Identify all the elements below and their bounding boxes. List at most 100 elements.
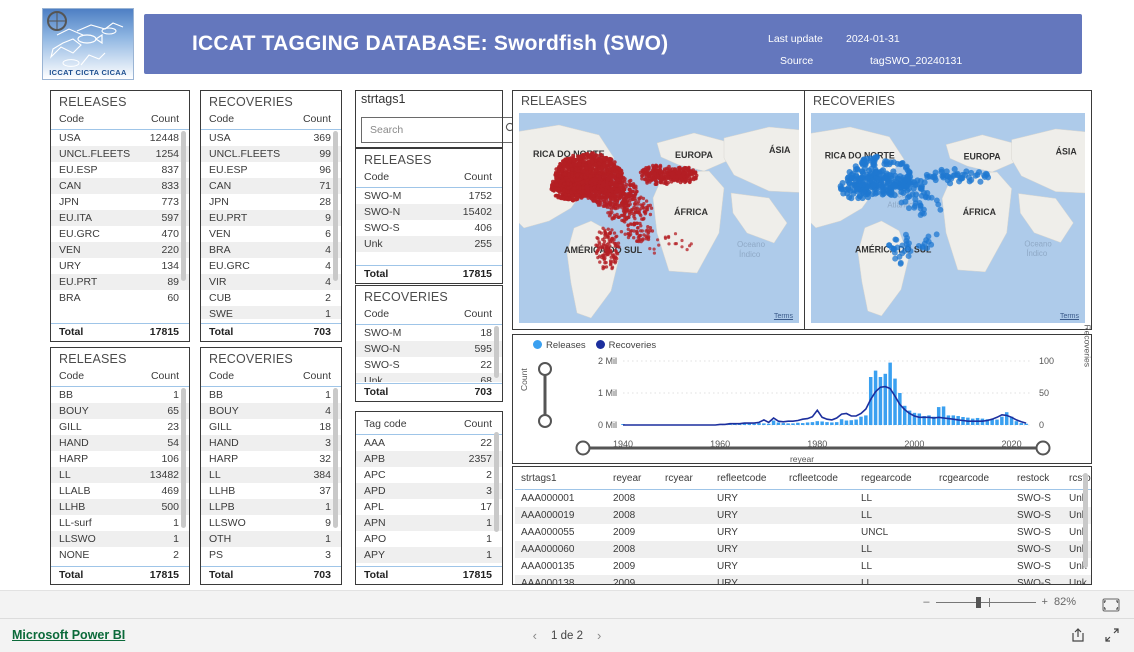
map-terms-link[interactable]: Terms — [1060, 313, 1079, 320]
strtags-slicer[interactable]: strtags1 — [355, 90, 547, 148]
table-row[interactable]: BB 1 — [51, 387, 189, 404]
detail-column-header[interactable]: reyear — [607, 469, 659, 490]
column-header-count[interactable]: Count — [139, 111, 189, 130]
table-row[interactable]: VEN 220 — [51, 242, 189, 258]
column-header-code[interactable]: Code — [356, 169, 433, 188]
chevron-right-icon[interactable]: › — [597, 628, 601, 643]
column-header-tagcode[interactable]: Tag code — [356, 416, 437, 435]
recoveries-fleet-grid[interactable]: Code Count USA 369 UNCL.FLEETS 99 EU.ESP 96 CA… — [201, 111, 341, 319]
recoveries-fleet-table[interactable]: RECOVERIES Code Count USA 369 UNCL.FLEETS 9… — [200, 90, 342, 342]
table-row[interactable]: JPN 28 — [201, 194, 341, 210]
table-row[interactable]: APY 1 — [356, 547, 502, 563]
table-row[interactable]: EU.GRC 4 — [201, 258, 341, 274]
table-row[interactable]: VIR 4 — [201, 274, 341, 290]
releases-stock-grid[interactable]: Code Count SWO-M 1752 SWO-N 15402 SWO-S 406 Un… — [356, 169, 502, 252]
vertical-scrollbar[interactable] — [494, 326, 499, 378]
table-row[interactable]: UNCL.FLEETS 99 — [201, 146, 341, 162]
powerbi-brand-link[interactable]: Microsoft Power BI — [12, 628, 125, 642]
vertical-scrollbar[interactable] — [1083, 473, 1088, 568]
table-row[interactable]: APB 2357 — [356, 451, 502, 467]
detail-grid[interactable]: strtags1 reyear rcyear refleetcode rcfleetco… — [515, 469, 1091, 584]
column-header-code[interactable]: Code — [201, 111, 292, 130]
column-header-code[interactable]: Code — [51, 111, 140, 130]
table-row[interactable]: APL 17 — [356, 499, 502, 515]
column-header-count[interactable]: Count — [436, 416, 502, 435]
releases-gear-table[interactable]: RELEASES Code Count BB 1 BOUY 65 GILL 23 HAND 5… — [50, 347, 190, 585]
detail-header-row[interactable]: strtags1 reyear rcyear refleetcode rcfleetco… — [515, 469, 1091, 490]
vertical-scrollbar[interactable] — [333, 131, 338, 281]
table-row[interactable]: EU.ITA 597 — [51, 210, 189, 226]
table-row[interactable]: OTH 1 — [201, 531, 341, 547]
table-row[interactable]: HAND 54 — [51, 435, 189, 451]
recoveries-stock-table[interactable]: RECOVERIES Code Count SWO-M 18 SWO-N 595 SWO… — [355, 285, 503, 402]
column-header-code[interactable]: Code — [356, 306, 433, 325]
table-row[interactable]: LL-surf 1 — [51, 515, 189, 531]
table-row[interactable]: URY 134 — [51, 258, 189, 274]
chart-plot-area[interactable]: 0 Mil 1 Mil 2 Mil 0 50 100 — [513, 353, 1091, 445]
table-row[interactable]: SWO-M 18 — [356, 325, 502, 342]
table-row[interactable]: APC 2 — [356, 467, 502, 483]
vertical-scrollbar[interactable] — [181, 131, 186, 281]
table-row[interactable]: Unk 255 — [356, 236, 502, 252]
table-row[interactable]: APD 3 — [356, 483, 502, 499]
table-row[interactable]: SWO-S 406 — [356, 220, 502, 236]
table-row[interactable]: GILL 18 — [201, 419, 341, 435]
table-row[interactable]: AAA000138 2009 URY LL SWO-S Unk — [515, 575, 1091, 584]
table-row[interactable]: GILL 23 — [51, 419, 189, 435]
table-row[interactable]: HAND 3 — [201, 435, 341, 451]
table-row[interactable]: LLHB 37 — [201, 483, 341, 499]
table-row[interactable]: PS 3 — [201, 547, 341, 562]
table-row[interactable]: LLSWO 9 — [201, 515, 341, 531]
vertical-scrollbar[interactable] — [333, 388, 338, 528]
zoom-in-button[interactable]: + — [1042, 596, 1048, 608]
table-row[interactable]: SWO-M 1752 — [356, 188, 502, 205]
timeline-chart[interactable]: Releases Recoveries Count Recoveries 0 M… — [512, 324, 1093, 464]
share-icon[interactable] — [1070, 627, 1086, 648]
recoveries-gear-table[interactable]: RECOVERIES Code Count BB 1 BOUY 4 GILL 18 HAND… — [200, 347, 342, 585]
table-row[interactable]: AAA000055 2009 URY UNCL SWO-S Unk — [515, 524, 1091, 541]
table-row[interactable]: HARP 106 — [51, 451, 189, 467]
detail-data-table[interactable]: strtags1 reyear rcyear refleetcode rcfleetco… — [512, 466, 1092, 585]
detail-column-header[interactable]: restock — [1011, 469, 1063, 490]
table-row[interactable]: APN 1 — [356, 515, 502, 531]
table-row[interactable]: EU.PRT 9 — [201, 210, 341, 226]
table-row[interactable]: AAA000060 2008 URY LL SWO-S Unk — [515, 541, 1091, 558]
column-header-count[interactable]: Count — [274, 368, 341, 387]
releases-gear-grid[interactable]: Code Count BB 1 BOUY 65 GILL 23 HAND 54 HARP 106 L… — [51, 368, 189, 562]
table-row[interactable]: LLPB 1 — [201, 499, 341, 515]
table-row[interactable]: EU.PRT 89 — [51, 274, 189, 290]
column-header-code[interactable]: Code — [51, 368, 123, 387]
fullscreen-icon[interactable] — [1104, 627, 1120, 648]
table-row[interactable]: CAN 833 — [51, 178, 189, 194]
table-row[interactable]: BOUY 4 — [201, 403, 341, 419]
table-row[interactable]: USA 369 — [201, 130, 341, 147]
releases-map[interactable]: RELEASES RICA DO NORTE EUROPA ÁSIA ÁFRIC… — [512, 90, 806, 330]
zoom-out-button[interactable]: – — [923, 596, 929, 608]
detail-body[interactable]: AAA000001 2008 URY LL SWO-S Unk AAA000019 2008 U… — [515, 490, 1091, 584]
map-terms-link[interactable]: Terms — [774, 313, 793, 320]
table-row[interactable]: SWO-S 22 — [356, 357, 502, 373]
detail-column-header[interactable]: refleetcode — [711, 469, 783, 490]
zoom-slider-handle[interactable] — [975, 596, 981, 608]
table-row[interactable]: AAA000135 2009 URY LL SWO-S Unk — [515, 558, 1091, 575]
page-navigation[interactable]: ‹ 1 de 2 › — [533, 628, 602, 643]
legend-item-recoveries[interactable]: Recoveries — [595, 340, 656, 351]
table-row[interactable]: LLSWO 1 — [51, 531, 189, 547]
table-row[interactable]: LL 384 — [201, 467, 341, 483]
vertical-scrollbar[interactable] — [494, 432, 499, 532]
detail-column-header[interactable]: rcyear — [659, 469, 711, 490]
table-row[interactable]: AAA 22 — [356, 435, 502, 452]
table-row[interactable]: BB 1 — [201, 387, 341, 404]
table-row[interactable]: APO 1 — [356, 531, 502, 547]
table-row[interactable]: NONE 2 — [51, 547, 189, 562]
column-header-count[interactable]: Count — [432, 306, 502, 325]
tagcode-table[interactable]: Tag code Count AAA 22 APB 2357 APC 2 APD 3 APL 17… — [355, 411, 503, 585]
table-row[interactable]: LL 13482 — [51, 467, 189, 483]
table-row[interactable]: EU.ESP 96 — [201, 162, 341, 178]
detail-column-header[interactable]: strtags1 — [515, 469, 607, 490]
recoveries-stock-grid[interactable]: Code Count SWO-M 18 SWO-N 595 SWO-S 22 Unk 68 — [356, 306, 502, 382]
releases-fleet-table[interactable]: RELEASES Code Count USA 12448 UNCL.FLEETS 1… — [50, 90, 190, 342]
table-row[interactable]: CUB 2 — [201, 290, 341, 306]
tagcode-grid[interactable]: Tag code Count AAA 22 APB 2357 APC 2 APD 3 APL 17… — [356, 416, 502, 563]
table-row[interactable]: VEN 6 — [201, 226, 341, 242]
